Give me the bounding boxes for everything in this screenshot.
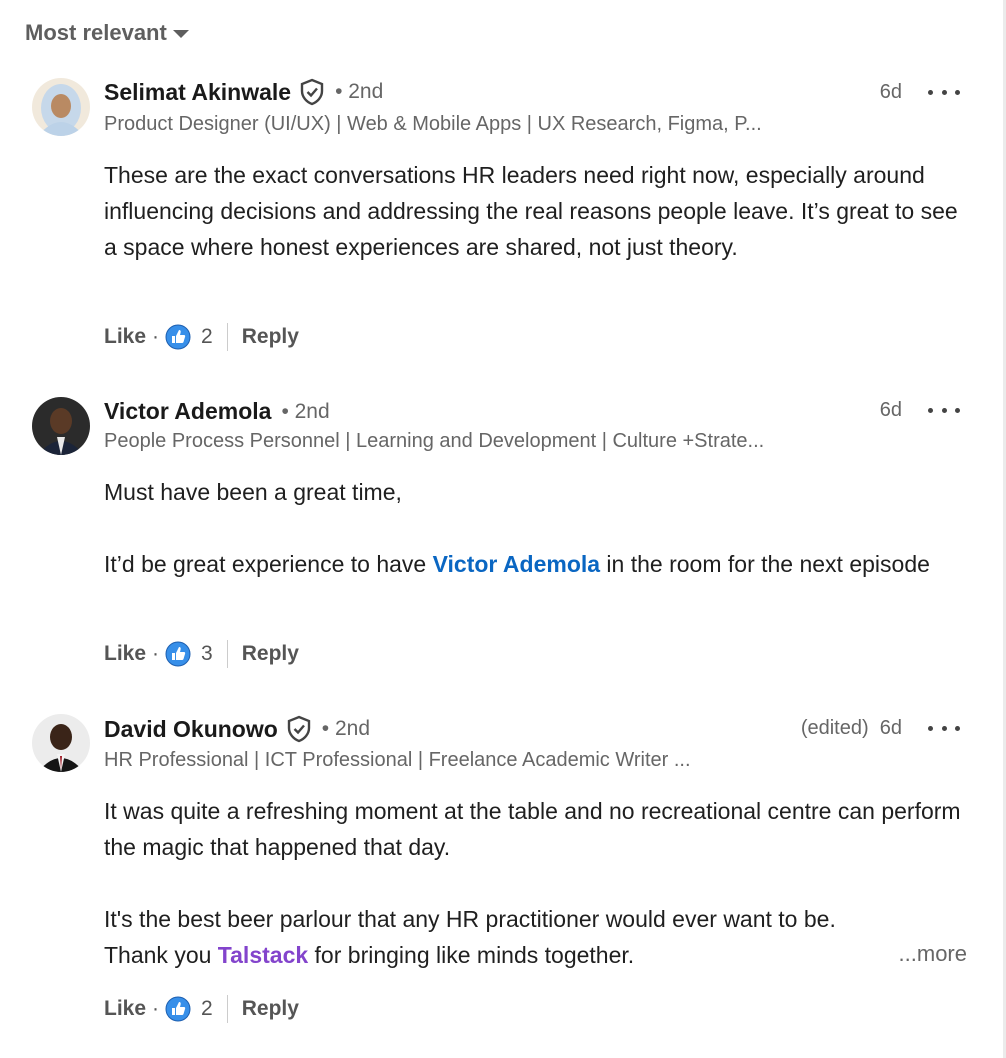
company-mention-link[interactable]: Talstack [218, 942, 308, 968]
mention-link[interactable]: Victor Ademola [433, 551, 600, 577]
comment-text: Must have been a great time, It’d be gre… [104, 479, 930, 577]
author-headline: Product Designer (UI/UX) | Web & Mobile … [104, 113, 762, 135]
separator-dot: · [152, 642, 160, 665]
reaction-count[interactable]: 2 [201, 325, 213, 349]
caret-down-icon [172, 30, 189, 38]
reply-button[interactable]: Reply [242, 997, 299, 1021]
avatar[interactable] [32, 78, 90, 136]
verified-shield-icon [286, 715, 312, 743]
action-divider [226, 995, 228, 1023]
more-options-icon[interactable] [928, 400, 960, 420]
edited-label: (edited) [800, 717, 869, 739]
like-button[interactable]: Like [104, 642, 146, 666]
reply-button[interactable]: Reply [242, 642, 299, 666]
comment-text: It was quite a refreshing moment at the … [104, 798, 961, 968]
action-divider [226, 640, 228, 668]
like-reaction-icon[interactable] [165, 324, 191, 350]
action-divider [226, 323, 228, 351]
connection-degree: • 2nd [321, 717, 371, 740]
comment-timestamp: (edited) 6d [800, 717, 902, 739]
see-more-link[interactable]: ...more [899, 941, 967, 967]
comment-timestamp: 6d [879, 399, 902, 421]
like-reaction-icon[interactable] [165, 996, 191, 1022]
like-button[interactable]: Like [104, 997, 146, 1021]
more-options-icon[interactable] [928, 82, 960, 102]
author-headline: HR Professional | ICT Professional | Fre… [104, 749, 691, 771]
reaction-count[interactable]: 3 [201, 642, 213, 666]
sort-label: Most relevant [25, 20, 167, 45]
author-name[interactable]: Victor Ademola [104, 398, 271, 425]
comment-text: These are the exact conversations HR lea… [104, 162, 958, 260]
more-options-icon[interactable] [928, 718, 960, 738]
comment-timestamp: 6d [879, 81, 902, 103]
author-name[interactable]: Selimat Akinwale [104, 79, 291, 106]
verified-shield-icon [299, 78, 325, 106]
separator-dot: · [152, 325, 160, 348]
reply-button[interactable]: Reply [242, 325, 299, 349]
connection-degree: • 2nd [281, 399, 330, 423]
separator-dot: · [152, 997, 160, 1020]
avatar[interactable] [32, 714, 90, 772]
connection-degree: • 2nd [335, 80, 384, 103]
author-name[interactable]: David Okunowo [104, 716, 278, 743]
like-button[interactable]: Like [104, 325, 146, 349]
sort-dropdown[interactable]: Most relevant [25, 20, 189, 46]
avatar[interactable] [32, 397, 90, 455]
author-headline: People Process Personnel | Learning and … [104, 430, 765, 452]
reaction-count[interactable]: 2 [201, 997, 213, 1021]
like-reaction-icon[interactable] [165, 641, 191, 667]
